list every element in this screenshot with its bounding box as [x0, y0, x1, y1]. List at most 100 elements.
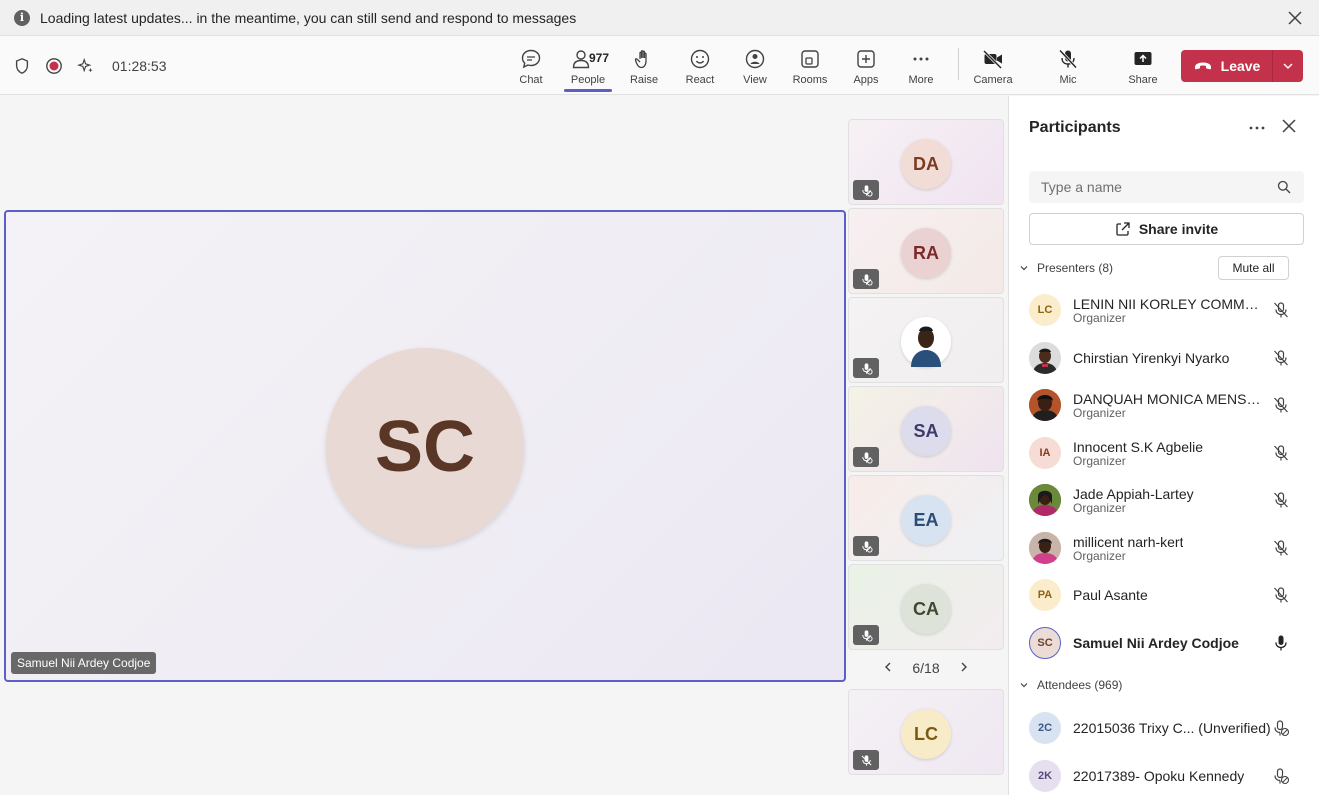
mic-off-icon[interactable]: [1271, 300, 1291, 320]
video-tile[interactable]: RA: [848, 208, 1004, 294]
participant-name: millicent narh-kert: [1073, 534, 1184, 550]
people-label: People: [570, 74, 606, 86]
participant-name: Innocent S.K Agbelie: [1073, 439, 1203, 455]
tile-avatar: DA: [901, 139, 951, 189]
participant-row[interactable]: Jade Appiah-Lartey Organizer: [1009, 477, 1319, 523]
mic-muted-icon: [853, 358, 879, 378]
mic-on-icon[interactable]: [1271, 633, 1291, 653]
more-options-icon[interactable]: [1245, 118, 1269, 138]
close-panel-icon[interactable]: [1279, 116, 1299, 136]
video-tile[interactable]: DA: [848, 119, 1004, 205]
apps-label: Apps: [853, 74, 879, 86]
participant-name: Chirstian Yirenkyi Nyarko: [1073, 350, 1230, 366]
share-label: Share: [1128, 74, 1158, 86]
apps-icon: [857, 50, 875, 68]
video-tile[interactable]: [848, 297, 1004, 383]
hang-up-icon: [1194, 62, 1211, 70]
react-button[interactable]: React: [676, 48, 724, 90]
video-tile[interactable]: SA: [848, 386, 1004, 472]
recording-icon[interactable]: [44, 56, 64, 76]
hand-icon: [634, 50, 647, 69]
raise-hand-button[interactable]: Raise: [620, 48, 668, 90]
tile-avatar: EA: [901, 495, 951, 545]
attendee-name: 22017389- Opoku Kennedy: [1073, 768, 1245, 784]
participant-row[interactable]: Chirstian Yirenkyi Nyarko: [1009, 335, 1319, 381]
camera-button[interactable]: Camera: [969, 48, 1017, 90]
leave-options-chevron-icon[interactable]: [1273, 60, 1303, 72]
share-invite-button[interactable]: Share invite: [1029, 213, 1304, 245]
mic-off-icon[interactable]: [1271, 348, 1291, 368]
participant-name: Jade Appiah-Lartey: [1073, 486, 1194, 502]
participant-role: Organizer: [1073, 311, 1126, 325]
chevron-down-icon: [1020, 266, 1028, 271]
mute-all-button[interactable]: Mute all: [1218, 256, 1289, 280]
rooms-icon: [801, 50, 819, 68]
share-invite-label: Share invite: [1138, 221, 1219, 237]
participant-row[interactable]: LC LENIN NII KORLEY COMMOD... Organizer: [1009, 287, 1319, 333]
video-tile[interactable]: EA: [848, 475, 1004, 561]
attendees-section-header[interactable]: Attendees (969): [1019, 675, 1122, 695]
raise-label: Raise: [629, 74, 659, 86]
meeting-toolbar: 01:28:53 Chat People 977 Raise React Vie…: [0, 36, 1319, 104]
participant-role: Organizer: [1073, 406, 1126, 420]
attendee-row[interactable]: 2K 22017389- Opoku Kennedy: [1009, 753, 1319, 795]
presenters-section-header[interactable]: Presenters (8): [1019, 258, 1113, 278]
chat-label: Chat: [519, 74, 543, 86]
mic-off-icon[interactable]: [1271, 443, 1291, 463]
mic-off-icon[interactable]: [1271, 395, 1291, 415]
mic-off-icon: [1058, 49, 1078, 69]
video-tile[interactable]: LC: [848, 689, 1004, 775]
apps-button[interactable]: Apps: [842, 48, 890, 90]
participant-role: Organizer: [1073, 549, 1126, 563]
mic-label: Mic: [1059, 74, 1077, 86]
more-icon: [913, 57, 929, 61]
mic-disabled-icon[interactable]: [1271, 718, 1291, 738]
tile-avatar: LC: [901, 709, 951, 759]
mic-disabled-icon[interactable]: [1271, 766, 1291, 786]
mic-muted-icon: [853, 625, 879, 645]
mic-off-icon[interactable]: [1271, 490, 1291, 510]
tile-avatar: CA: [901, 584, 951, 634]
attendees-label: Attendees (969): [1037, 678, 1123, 692]
leave-main[interactable]: Leave: [1181, 56, 1272, 76]
rooms-button[interactable]: Rooms: [786, 48, 834, 90]
mic-muted-icon: [853, 269, 879, 289]
people-count: 977: [589, 51, 610, 65]
participant-row[interactable]: PA Paul Asante: [1009, 572, 1319, 618]
camera-off-icon: [982, 49, 1003, 70]
participant-row[interactable]: millicent narh-kert Organizer: [1009, 525, 1319, 571]
share-button[interactable]: Share: [1119, 48, 1167, 90]
mic-off-icon[interactable]: [1271, 585, 1291, 605]
participant-row[interactable]: IA Innocent S.K Agbelie Organizer: [1009, 430, 1319, 476]
banner-close-icon[interactable]: [1285, 8, 1305, 28]
video-tile[interactable]: CA: [848, 564, 1004, 650]
attendee-row[interactable]: 2C 22015036 Trixy C... (Unverified): [1009, 705, 1319, 751]
mic-off-icon[interactable]: [1271, 538, 1291, 558]
info-icon: i: [14, 9, 30, 26]
speaker-name-tag: Samuel Nii Ardey Codjoe: [11, 652, 157, 674]
participant-photo-avatar: [1029, 342, 1061, 374]
chat-button[interactable]: Chat: [507, 48, 555, 90]
participant-row[interactable]: DANQUAH MONICA MENSAH Organizer: [1009, 382, 1319, 428]
banner-message: Loading latest updates... in the meantim…: [40, 9, 577, 26]
smiley-icon: [690, 49, 710, 69]
view-button[interactable]: View: [731, 48, 779, 90]
view-label: View: [743, 74, 767, 86]
chevron-left-icon[interactable]: [882, 660, 894, 676]
participant-row-self[interactable]: SC Samuel Nii Ardey Codjoe: [1009, 620, 1319, 666]
shield-icon[interactable]: [12, 56, 32, 76]
participant-name: DANQUAH MONICA MENSAH: [1073, 391, 1265, 407]
sparkle-icon[interactable]: [76, 56, 96, 76]
leave-button[interactable]: Leave: [1181, 50, 1303, 82]
tile-avatar: SA: [901, 406, 951, 456]
participant-role: Organizer: [1073, 501, 1126, 515]
more-label: More: [908, 74, 934, 86]
more-button[interactable]: More: [897, 48, 945, 90]
rooms-label: Rooms: [792, 74, 828, 86]
speaker-avatar: SC: [326, 348, 524, 546]
chevron-right-icon[interactable]: [958, 660, 970, 676]
panel-title: Participants: [1029, 119, 1121, 136]
main-video-stage[interactable]: SC Samuel Nii Ardey Codjoe: [4, 210, 846, 682]
participant-search-input[interactable]: [1029, 171, 1304, 203]
mic-button[interactable]: Mic: [1044, 48, 1092, 90]
